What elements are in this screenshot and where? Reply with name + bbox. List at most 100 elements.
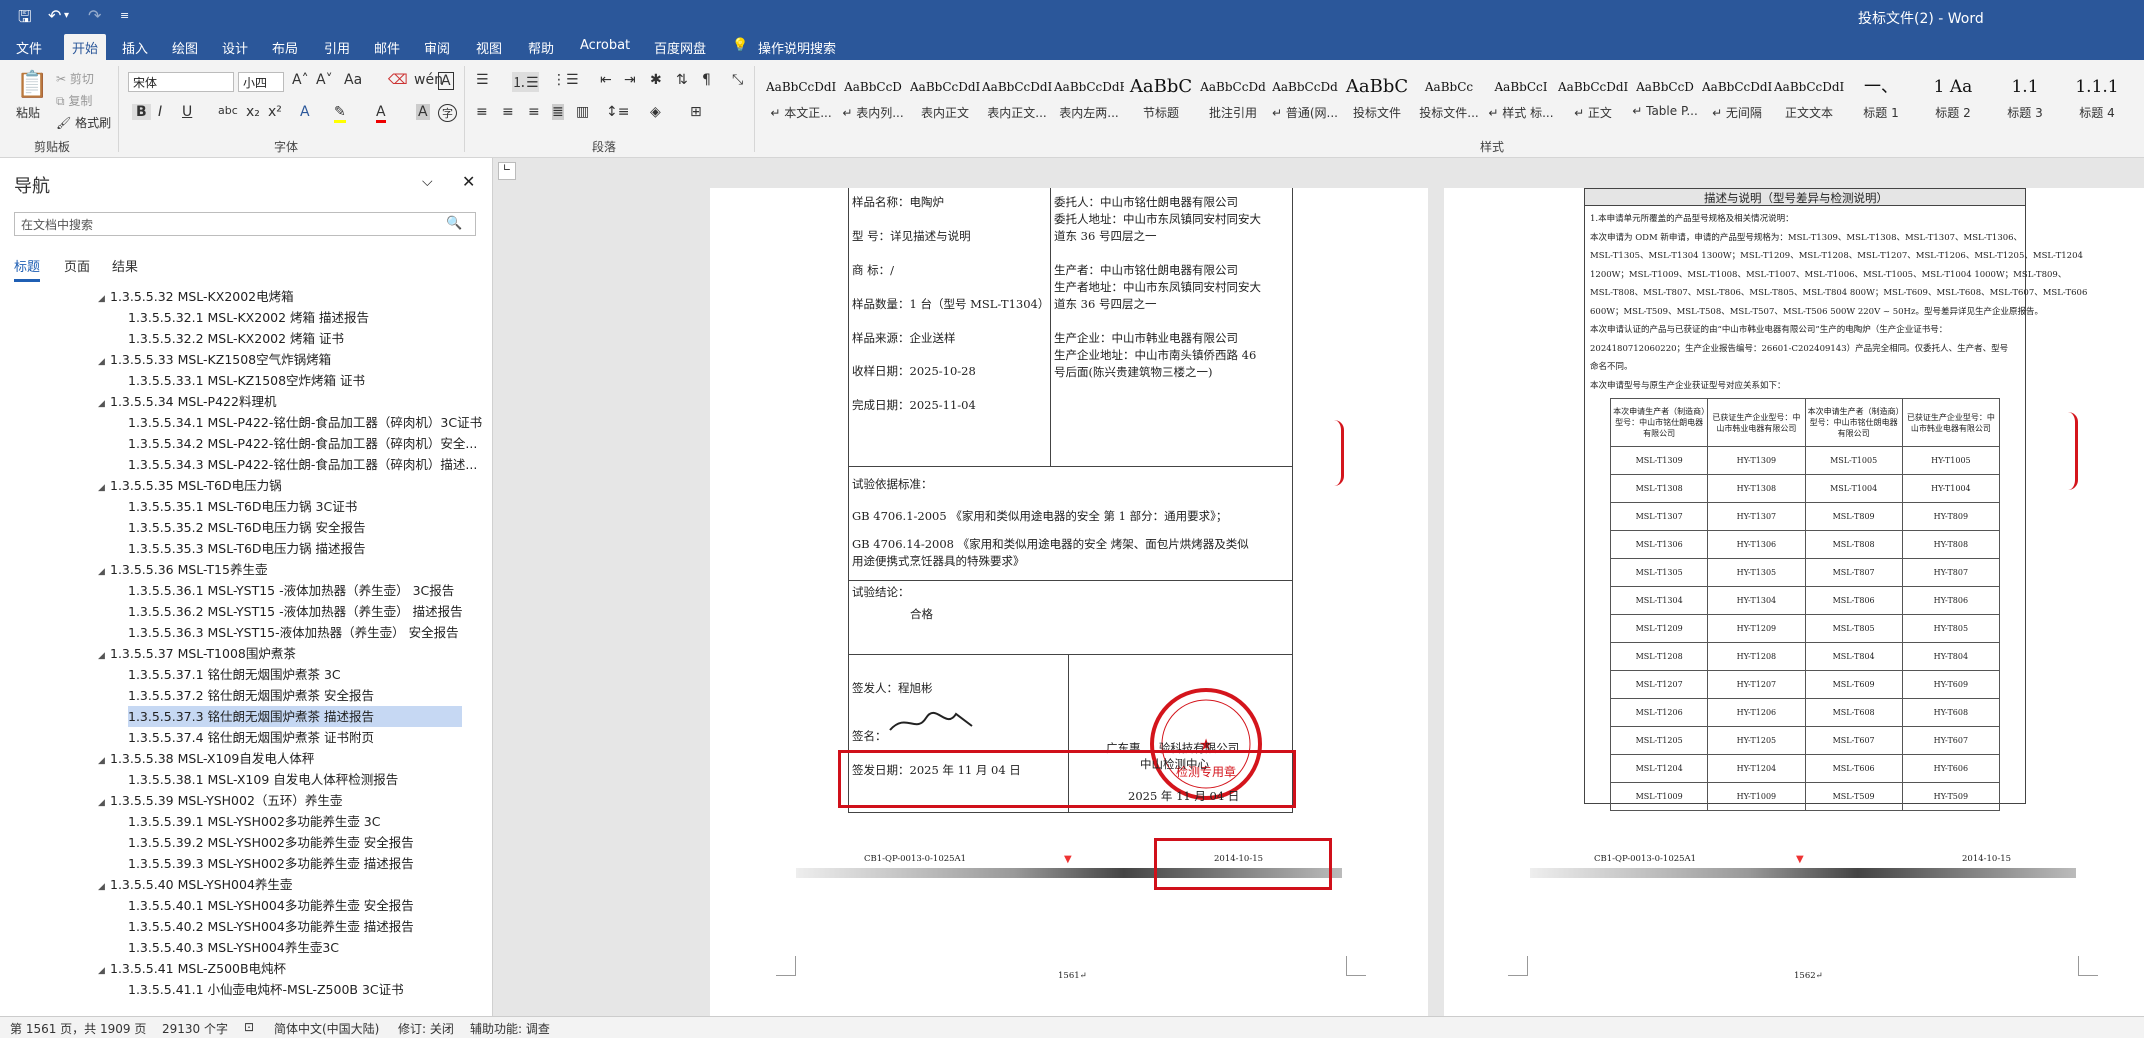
nav-heading-item[interactable]: 1.3.5.5.34.2 MSL-P422-铭仕朗-食品加工器（碎肉机）安全..… [128, 433, 508, 454]
nav-search-input[interactable]: 在文档中搜索 [14, 212, 476, 236]
sort-icon[interactable]: ⇅ [676, 72, 688, 88]
nav-heading-item[interactable]: 1.3.5.5.33.1 MSL-KZ1508空炸烤箱 证书 [128, 370, 508, 391]
word-count[interactable]: 29130 个字 [162, 1020, 228, 1037]
style-item[interactable]: 一、 标题 1 [1846, 70, 1916, 132]
nav-heading-item[interactable]: 1.3.5.5.35.1 MSL-T6D电压力锅 3C证书 [128, 496, 508, 517]
nav-tab-pages[interactable]: 页面 [64, 256, 90, 275]
tab-stop-selector[interactable]: ∟ [498, 162, 516, 180]
nav-heading-item[interactable]: ◢ 1.3.5.5.40 MSL-YSH004养生壶 [98, 874, 478, 895]
nav-heading-item[interactable]: 1.3.5.5.32.2 MSL-KX2002 烤箱 证书 [128, 328, 508, 349]
borders-icon[interactable]: ⊞ [690, 104, 702, 120]
collapse-triangle-icon[interactable]: ◢ [98, 562, 110, 580]
bullets-icon[interactable]: ☰ [476, 72, 489, 88]
collapse-triangle-icon[interactable]: ◢ [98, 394, 110, 412]
tab-acrobat[interactable]: Acrobat [580, 38, 630, 53]
font-color-icon[interactable]: A [376, 104, 386, 123]
paste-button[interactable]: 粘贴 [16, 104, 40, 121]
collapse-triangle-icon[interactable]: ◢ [98, 961, 110, 979]
collapse-triangle-icon[interactable]: ◢ [98, 793, 110, 811]
nav-options-chevron-icon[interactable]: ⌵ [422, 174, 433, 190]
nav-heading-item[interactable]: 1.3.5.5.41.1 小仙壶电炖杯-MSL-Z500B 3C证书 [128, 979, 508, 1000]
cut-button[interactable]: ✂ 剪切 [56, 70, 94, 87]
multilevel-list-icon[interactable]: ⋮☰ [552, 72, 579, 88]
nav-heading-item[interactable]: 1.3.5.5.34.1 MSL-P422-铭仕朗-食品加工器（碎肉机）3C证书 [128, 412, 508, 433]
undo-dropdown-icon[interactable]: ▾ [64, 10, 69, 21]
language[interactable]: 简体中文(中国大陆) [274, 1020, 379, 1037]
style-item[interactable]: AaBbCcDdI ↵ 无间隔 [1702, 70, 1772, 132]
tab-file[interactable]: 文件 [16, 38, 42, 57]
nav-heading-item[interactable]: 1.3.5.5.35.2 MSL-T6D电压力锅 安全报告 [128, 517, 508, 538]
nav-heading-item[interactable]: ◢ 1.3.5.5.32 MSL-KX2002电烤箱 [98, 286, 478, 307]
tab-insert[interactable]: 插入 [122, 38, 148, 57]
text-effects-icon[interactable]: A [300, 104, 310, 120]
tab-help[interactable]: 帮助 [528, 38, 554, 57]
style-item[interactable]: AaBbCcDd 批注引用 [1198, 70, 1268, 132]
style-item[interactable]: 1 Aa 标题 2 [1918, 70, 1988, 132]
paste-icon[interactable]: 📋 [16, 70, 48, 100]
grow-font-icon[interactable]: A˄ [292, 72, 309, 88]
tab-draw[interactable]: 绘图 [172, 38, 198, 57]
chinese-layout-icon[interactable]: ✱ [650, 72, 662, 88]
nav-heading-item[interactable]: 1.3.5.5.39.3 MSL-YSH002多功能养生壶 描述报告 [128, 853, 508, 874]
nav-tab-headings[interactable]: 标题 [14, 256, 41, 282]
font-name-select[interactable]: 宋体 [128, 72, 234, 92]
collapse-triangle-icon[interactable]: ◢ [98, 877, 110, 895]
line-spacing-icon[interactable]: ↕≡ [606, 104, 629, 120]
nav-heading-item[interactable]: ◢ 1.3.5.5.38 MSL-X109自发电人体秤 [98, 748, 478, 769]
nav-heading-item[interactable]: 1.3.5.5.36.2 MSL-YST15 -液体加热器（养生壶） 描述报告 [128, 601, 508, 622]
decrease-indent-icon[interactable]: ⇤ [600, 72, 612, 88]
tab-references[interactable]: 引用 [324, 38, 350, 57]
nav-heading-item[interactable]: 1.3.5.5.37.2 铭仕朗无烟围炉煮茶 安全报告 [128, 685, 508, 706]
style-item[interactable]: AaBbCcI ↵ 样式 标... [1486, 70, 1556, 132]
proofing-icon[interactable]: ⊡ [244, 1020, 254, 1034]
style-item[interactable]: AaBbCcDdI 正文文本 [1774, 70, 1844, 132]
customize-qat-icon[interactable]: ≡ [120, 9, 129, 22]
asian-typography-icon[interactable]: ⤡ [732, 72, 743, 88]
style-item[interactable]: AaBbCc 投标文件... [1414, 70, 1484, 132]
style-item[interactable]: AaBbCcDdI 表内正文... [982, 70, 1052, 132]
align-right-icon[interactable]: ≡ [528, 104, 540, 120]
nav-heading-item[interactable]: 1.3.5.5.37.1 铭仕朗无烟围炉煮茶 3C [128, 664, 508, 685]
style-item[interactable]: AaBbCcDd ↵ 普通(网... [1270, 70, 1340, 132]
style-item[interactable]: AaBbCcD ↵ 表内列... [838, 70, 908, 132]
nav-heading-item[interactable]: 1.3.5.5.39.1 MSL-YSH002多功能养生壶 3C [128, 811, 508, 832]
tab-review[interactable]: 审阅 [424, 38, 450, 57]
style-item[interactable]: AaBbC 节标题 [1126, 70, 1196, 132]
font-size-select[interactable]: 小四 [238, 72, 284, 92]
increase-indent-icon[interactable]: ⇥ [624, 72, 636, 88]
format-painter-button[interactable]: 🖌 格式刷 [56, 114, 111, 131]
nav-heading-item[interactable]: 1.3.5.5.37.3 铭仕朗无烟围炉煮茶 描述报告 [128, 706, 462, 727]
style-item[interactable]: 1.1.1 标题 4 [2062, 70, 2132, 132]
clear-formatting-icon[interactable]: ⌫ [388, 72, 408, 88]
nav-heading-item[interactable]: 1.3.5.5.40.2 MSL-YSH004多功能养生壶 描述报告 [128, 916, 508, 937]
nav-heading-item[interactable]: 1.3.5.5.34.3 MSL-P422-铭仕朗-食品加工器（碎肉机）描述..… [128, 454, 508, 475]
bold-icon[interactable]: B [132, 104, 151, 120]
nav-heading-item[interactable]: 1.3.5.5.36.3 MSL-YST15-液体加热器（养生壶） 安全报告 [128, 622, 508, 643]
distributed-icon[interactable]: ▥ [576, 104, 589, 120]
nav-heading-item[interactable]: ◢ 1.3.5.5.39 MSL-YSH002（五环）养生壶 [98, 790, 478, 811]
style-item[interactable]: AaBbC 投标文件 [1342, 70, 1412, 132]
nav-heading-item[interactable]: 1.3.5.5.37.4 铭仕朗无烟围炉煮茶 证书附页 [128, 727, 508, 748]
save-icon[interactable]: 🖫 [18, 6, 32, 33]
tab-layout[interactable]: 布局 [272, 38, 298, 57]
subscript-icon[interactable]: x₂ [246, 104, 260, 120]
show-marks-icon[interactable]: ¶ [702, 72, 711, 88]
style-item[interactable]: AaBbCcDdI ↵ 本文正... [766, 70, 836, 132]
highlight-icon[interactable]: ✎ [334, 104, 346, 123]
nav-heading-item[interactable]: ◢ 1.3.5.5.37 MSL-T1008围炉煮茶 [98, 643, 478, 664]
style-item[interactable]: AaBbCcDdEe 表内左两... [1054, 70, 1124, 132]
page-count[interactable]: 第 1561 页，共 1909 页 [10, 1020, 146, 1037]
undo-icon[interactable]: ↶ [48, 6, 61, 25]
underline-icon[interactable]: U [182, 104, 192, 120]
enclose-char-icon[interactable]: 字 [438, 104, 457, 122]
nav-heading-item[interactable]: 1.3.5.5.39.2 MSL-YSH002多功能养生壶 安全报告 [128, 832, 508, 853]
nav-heading-item[interactable]: ◢ 1.3.5.5.41 MSL-Z500B电炖杯 [98, 958, 478, 979]
align-center-icon[interactable]: ≡ [502, 104, 514, 120]
search-icon[interactable]: 🔍 [446, 216, 462, 231]
style-item[interactable]: AaBbCcD ↵ Table P... [1630, 70, 1700, 132]
nav-heading-item[interactable]: 1.3.5.5.38.1 MSL-X109 自发电人体秤检测报告 [128, 769, 508, 790]
nav-heading-item[interactable]: ◢ 1.3.5.5.33 MSL-KZ1508空气炸锅烤箱 [98, 349, 478, 370]
nav-heading-item[interactable]: 1.3.5.5.40.1 MSL-YSH004多功能养生壶 安全报告 [128, 895, 508, 916]
shading-icon[interactable]: ◈ [650, 104, 661, 120]
tell-me-search[interactable]: 操作说明搜索 [758, 38, 836, 57]
